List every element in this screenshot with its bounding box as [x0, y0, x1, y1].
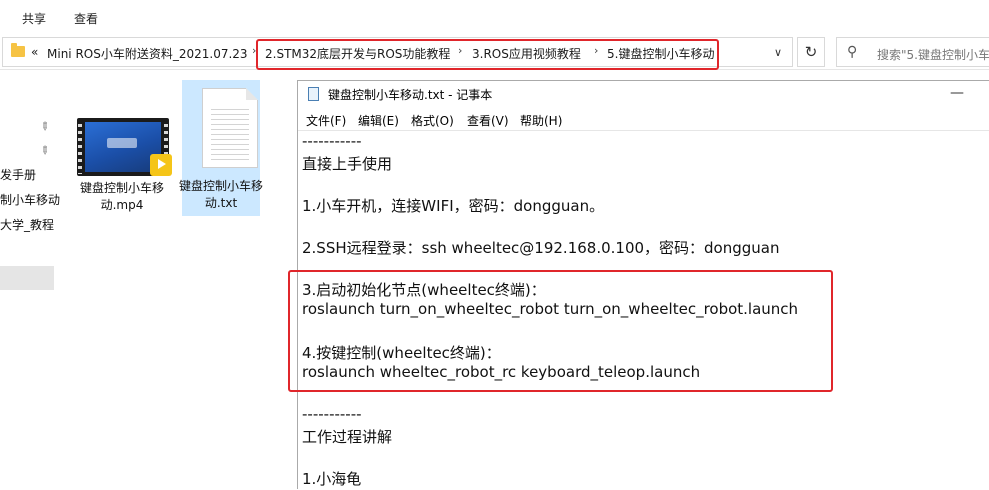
- file-name: 键盘控制小车移 动.txt: [169, 178, 273, 212]
- file-name-line: 动.mp4: [100, 198, 144, 212]
- text-line: 1.小车开机，连接WIFI，密码：dongguan。: [302, 197, 605, 215]
- text-line: -----------: [302, 405, 362, 423]
- file-item-video[interactable]: 键盘控制小车移 动.mp4: [70, 84, 174, 216]
- menu-edit[interactable]: 编辑(E): [358, 112, 399, 129]
- highlight-box-address: [256, 39, 719, 70]
- notepad-menubar: 文件(F) 编辑(E) 格式(O) 查看(V) 帮助(H): [298, 108, 989, 130]
- menu-file[interactable]: 文件(F): [306, 112, 346, 129]
- refresh-button[interactable]: ↻: [797, 37, 825, 67]
- text-line: 1.小海龟: [302, 470, 362, 488]
- ribbon-tab-view[interactable]: 查看: [74, 10, 98, 27]
- text-line: 工作过程讲解: [302, 428, 393, 446]
- nav-item[interactable]: 制小车移动: [0, 191, 60, 208]
- pin-icon[interactable]: ✎: [37, 119, 53, 135]
- pin-icon[interactable]: ✎: [37, 143, 53, 159]
- navigation-pane: ✎ ✎ 发手册 制小车移动 大学_教程: [0, 70, 60, 489]
- notepad-titlebar[interactable]: 键盘控制小车移动.txt - 记事本 —: [298, 81, 989, 108]
- search-box[interactable]: ⚲ 搜索"5.键盘控制小车: [836, 37, 989, 67]
- text-line: 直接上手使用: [302, 155, 393, 173]
- address-dropdown-icon[interactable]: ∨: [774, 46, 782, 59]
- player-icon: [150, 154, 172, 176]
- notepad-icon: [308, 87, 319, 101]
- film-perforation: [78, 120, 82, 174]
- menu-format[interactable]: 格式(O): [411, 112, 454, 129]
- search-icon: ⚲: [847, 44, 858, 60]
- menu-help[interactable]: 帮助(H): [520, 112, 562, 129]
- file-name: 键盘控制小车移 动.mp4: [70, 180, 174, 214]
- search-placeholder: 搜索"5.键盘控制小车: [877, 48, 989, 62]
- text-line: -----------: [302, 132, 362, 150]
- nav-item[interactable]: 发手册: [0, 166, 36, 183]
- file-name-line: 动.txt: [204, 196, 238, 210]
- nav-item[interactable]: 大学_教程: [0, 216, 54, 233]
- menu-view[interactable]: 查看(V): [467, 112, 509, 129]
- text-file-icon: [202, 88, 258, 168]
- ribbon: 共享 查看: [0, 0, 989, 34]
- folder-icon: [11, 43, 25, 57]
- notepad-title: 键盘控制小车移动.txt - 记事本: [328, 88, 493, 102]
- minimize-icon[interactable]: —: [950, 85, 964, 101]
- nav-item-selected[interactable]: [0, 266, 54, 290]
- text-line: 2.SSH远程登录：ssh wheeltec@192.168.0.100，密码：…: [302, 239, 780, 257]
- text-lines: [211, 105, 249, 161]
- breadcrumb-overflow[interactable]: «: [31, 45, 38, 59]
- breadcrumb-item-root[interactable]: Mini ROS小车附送资料_2021.07.23: [47, 45, 248, 62]
- file-item-text-selected[interactable]: 键盘控制小车移 动.txt: [179, 80, 263, 216]
- ribbon-tab-share[interactable]: 共享: [22, 10, 46, 27]
- file-name-line: 键盘控制小车移: [79, 181, 164, 195]
- highlight-box-commands: [288, 270, 833, 392]
- file-name-line: 键盘控制小车移: [178, 179, 263, 193]
